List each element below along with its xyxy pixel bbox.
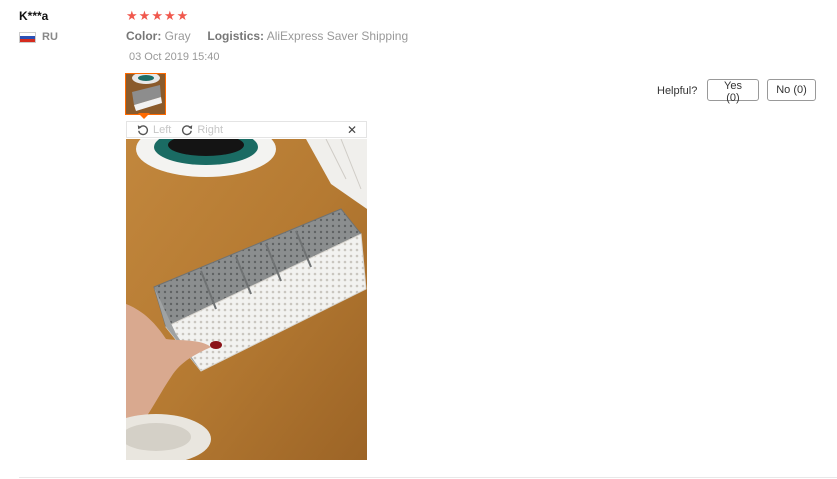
- logistics-label: Logistics:: [207, 29, 265, 43]
- helpful-no-button[interactable]: No (0): [767, 79, 816, 101]
- review-photo: [126, 139, 367, 460]
- color-value: Gray: [164, 29, 191, 43]
- thumbnail-pointer: [138, 113, 150, 119]
- star-icon: ★: [163, 8, 176, 23]
- image-viewer-toolbar: Left Right ✕: [126, 121, 367, 138]
- photo-image: [126, 139, 367, 460]
- thumbnail-image: [126, 74, 165, 114]
- helpful-label: Helpful?: [657, 85, 698, 97]
- logistics-value: AliExpress Saver Shipping: [266, 29, 409, 43]
- rotate-left-icon: [137, 124, 149, 135]
- rotate-right-button[interactable]: Right: [181, 124, 223, 136]
- helpful-yes-button[interactable]: Yes (0): [707, 79, 759, 104]
- rotate-right-label: Right: [197, 123, 224, 136]
- star-icon: ★: [126, 8, 138, 23]
- reviewer-name: K***a: [19, 9, 49, 23]
- reviewer-country: RU: [19, 31, 58, 43]
- star-icon: ★: [176, 8, 189, 23]
- review-divider: [19, 477, 837, 478]
- review-item: K***a RU ★ ★ ★ ★ ★ Color: Gray Logistics…: [0, 0, 837, 479]
- star-icon: ★: [151, 8, 163, 23]
- order-attributes: Color: Gray Logistics: AliExpress Saver …: [126, 29, 408, 43]
- photo-thumbnail[interactable]: [125, 73, 166, 115]
- rotate-right-icon: [182, 124, 193, 135]
- color-label: Color:: [126, 29, 162, 43]
- close-icon[interactable]: ✕: [347, 124, 357, 136]
- country-code: RU: [42, 31, 58, 43]
- rating-stars: ★ ★ ★ ★ ★: [126, 9, 188, 23]
- russia-flag-icon: [19, 31, 36, 43]
- star-icon: ★: [138, 8, 151, 23]
- rotate-left-button[interactable]: Left: [137, 124, 171, 136]
- rotate-left-label: Left: [153, 123, 172, 136]
- review-date: 03 Oct 2019 15:40: [129, 51, 220, 63]
